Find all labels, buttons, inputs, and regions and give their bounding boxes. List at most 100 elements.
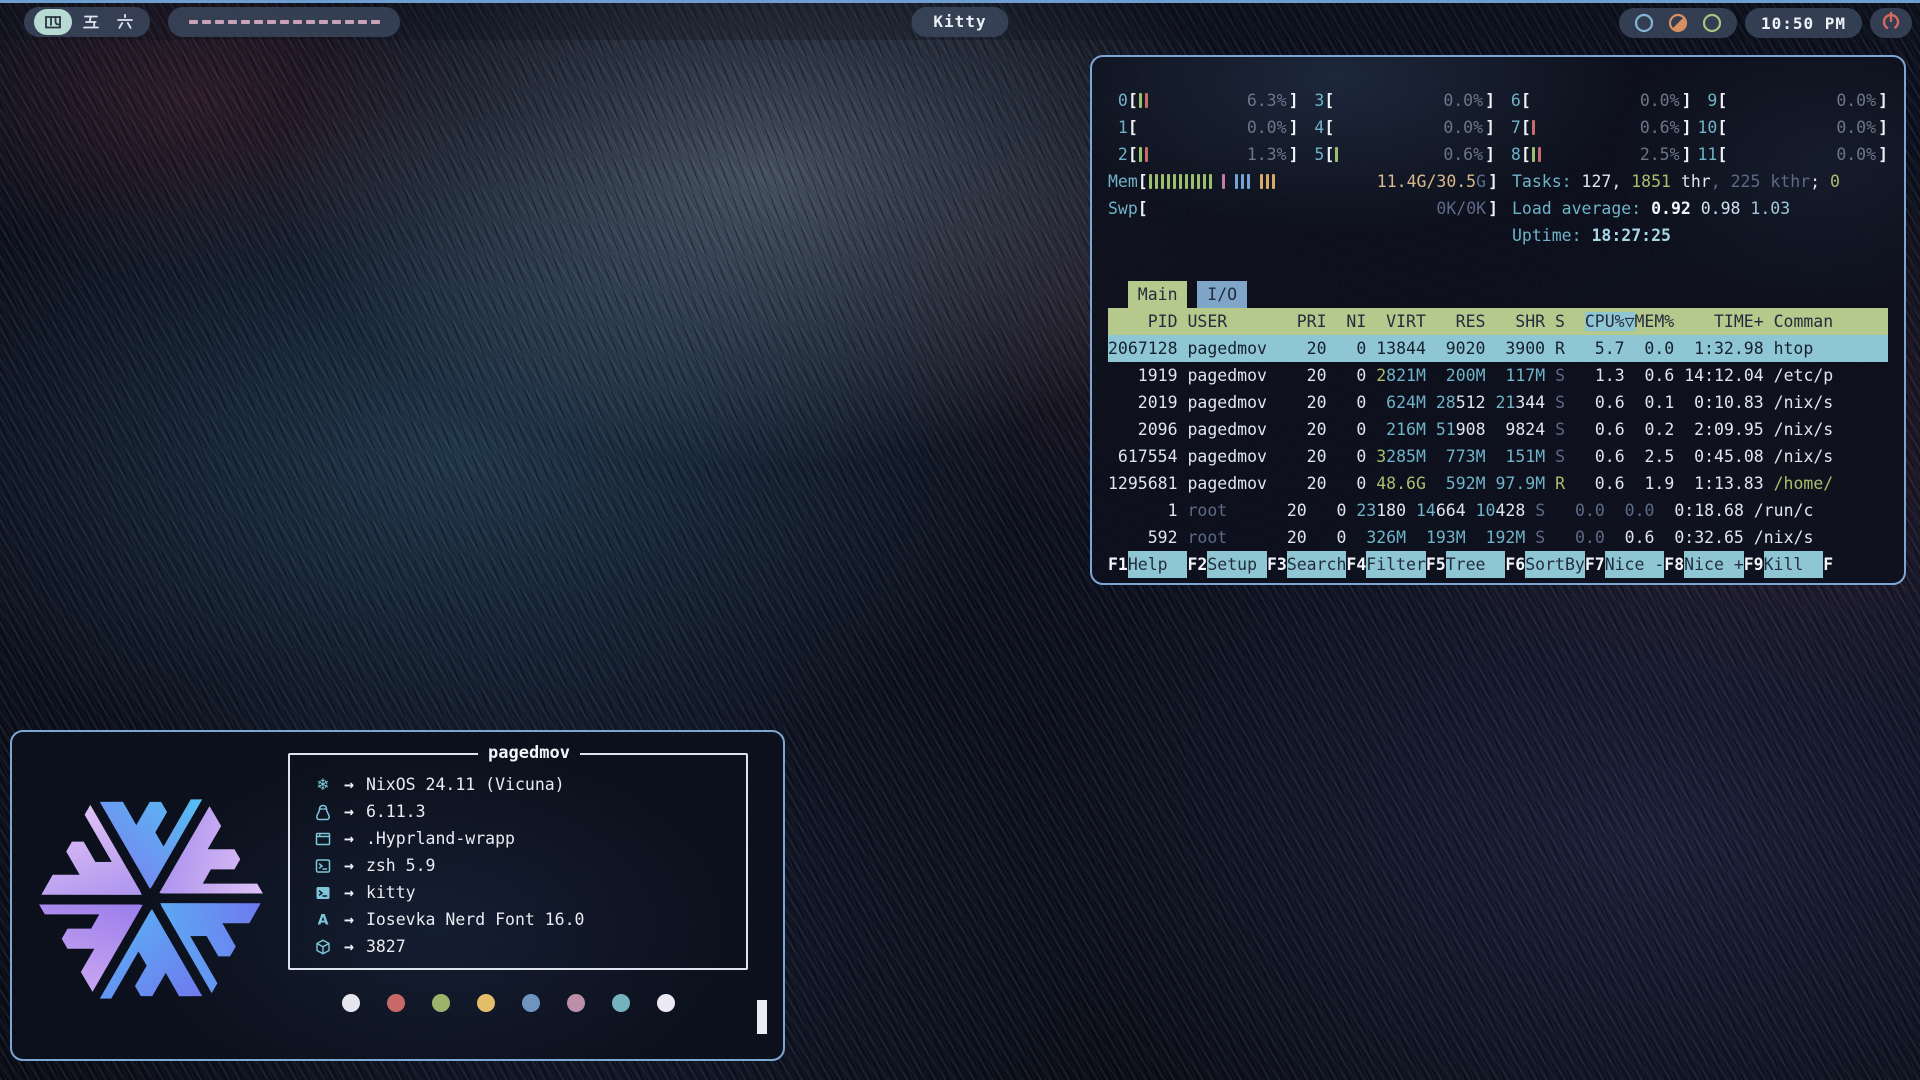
text-segment: 2067128 pagedmov 20 0 13844 9020 3900 R … [1108,339,1813,358]
meter-bracket: ] [1682,114,1692,141]
fkey-label[interactable]: Setup [1207,551,1267,578]
text-segment: PID USER PRI NI VIRT RES SHR S [1108,312,1585,331]
process-row[interactable]: 2067128 pagedmov 20 0 13844 9020 3900 R … [1108,335,1888,362]
meter-bracket: ] [1485,87,1495,114]
fkey-label[interactable]: SortBy [1525,551,1585,578]
meter-bracket: ] [1289,87,1299,114]
text-segment [1466,528,1486,547]
fkey-button[interactable]: F5 [1426,551,1446,578]
process-row[interactable]: 592 root 20 0 326M 193M 192M S 0.0 0.6 0… [1108,524,1888,551]
text-segment [1545,474,1555,493]
fkey-label[interactable]: Nice - [1605,551,1665,578]
meter-bar: 11.4G/30.5G [1148,168,1488,195]
text-segment [1545,420,1555,439]
power-button[interactable] [1870,8,1912,38]
text-segment: 0.98 [1701,199,1751,218]
text-segment: 773M [1446,447,1486,466]
process-row[interactable]: 2096 pagedmov 20 0 216M 51908 9824 S 0.6… [1108,416,1888,443]
green-circle-icon[interactable] [1701,12,1723,34]
terminal-color-dots [342,994,675,1012]
meter-percent: 0.0% [1247,114,1287,141]
arrow-icon: → [344,906,354,933]
text-segment: 592M [1446,474,1486,493]
fkey-button[interactable]: F2 [1187,551,1207,578]
fkey-label[interactable]: Help [1128,551,1188,578]
process-row[interactable]: 2019 pagedmov 20 0 624M 28512 21344 S 0.… [1108,389,1888,416]
cpu-meter: 9[0.0%] [1698,87,1889,114]
meter-tick [1167,174,1170,189]
cpu-meter: Swp[0K/0K] [1108,195,1498,222]
meter-bracket: ] [1289,114,1299,141]
text-segment [1545,366,1555,385]
htop-window: 0[6.3%]3[0.0%]6[0.0%]9[0.0%]1[0.0%]4[0.0… [1090,55,1906,585]
cpu-meter: Mem[11.4G/30.5G] [1108,168,1498,195]
meter-label: Swp [1108,195,1138,222]
cpu-meters: 0[6.3%]3[0.0%]6[0.0%]9[0.0%]1[0.0%]4[0.0… [1108,87,1888,168]
meter-bar: 6.3% [1138,87,1289,114]
fkey-label[interactable]: Nice + [1684,551,1744,578]
process-row[interactable]: 1295681 pagedmov 20 0 48.6G 592M 97.9M R… [1108,470,1888,497]
fkey-label[interactable]: Tree [1446,551,1506,578]
text-segment: 1 [1108,501,1187,520]
text-segment: /home/ [1774,474,1834,493]
meter-bracket: [ [1324,87,1334,114]
package-icon [312,938,334,956]
fkey-button[interactable]: F3 [1267,551,1287,578]
meter-bar: 0.0% [1531,87,1682,114]
fkey-button[interactable]: F6 [1505,551,1525,578]
fkey-button[interactable]: F9 [1744,551,1764,578]
fkey-label[interactable]: Kill [1764,551,1824,578]
text-segment: 18:27:25 [1591,226,1670,245]
fastfetch-entry: →kitty [312,879,746,906]
process-row[interactable]: 1 root 20 0 23180 14664 10428 S 0.0 0.0 … [1108,497,1888,524]
meter-bracket: [ [1138,195,1148,222]
fkey-button[interactable]: F4 [1346,551,1366,578]
meter-ticks [1335,147,1338,162]
arrow-icon: → [344,798,354,825]
color-dot [657,994,675,1012]
workspace-button-3[interactable]: 六 [110,9,140,35]
process-row[interactable]: 617554 pagedmov 20 0 3285M 773M 151M S 0… [1108,443,1888,470]
text-segment: 200M [1446,366,1486,385]
fkey-label[interactable]: Search [1287,551,1347,578]
meter-bracket: ] [1878,114,1888,141]
meter-bracket: [ [1717,87,1727,114]
fkey-button[interactable]: F1 [1108,551,1128,578]
orange-moon-icon[interactable] [1667,12,1689,34]
tab-main[interactable]: Main [1128,281,1188,308]
meter-tick [1266,174,1269,189]
text-segment [1486,474,1496,493]
process-table-header[interactable]: PID USER PRI NI VIRT RES SHR S CPU%▽MEM%… [1108,308,1888,335]
fkey-label[interactable]: Filter [1366,551,1426,578]
text-segment: thr [1671,172,1711,191]
clock-label: 10:50 PM [1761,14,1846,33]
text-segment: 624M [1386,393,1426,412]
fkey-button[interactable]: F7 [1585,551,1605,578]
blue-circle-icon[interactable] [1633,12,1655,34]
meter-tick [1538,147,1541,162]
meter-bar: 0.0% [1138,114,1289,141]
tab-io[interactable]: I/O [1197,281,1247,308]
window-title-pill: Kitty [911,7,1008,37]
cpu-meter: 5[0.6%] [1305,141,1496,168]
music-progress[interactable] [168,7,400,37]
music-dash [267,20,276,24]
text-segment: 20 0 [1227,501,1356,520]
process-row[interactable]: 1919 pagedmov 20 0 2821M 200M 117M S 1.3… [1108,362,1888,389]
clock-button[interactable]: 10:50 PM [1745,8,1862,38]
text-segment: , [1711,172,1731,191]
fkey-button[interactable]: F8 [1664,551,1684,578]
cpu-meter: 2[1.3%] [1108,141,1299,168]
text-segment: 21 [1495,393,1515,412]
text-segment: 0.6 1.9 1:13.83 [1565,474,1774,493]
tray-pill [1619,8,1737,38]
text-segment: 151M [1505,447,1545,466]
text-segment: 2096 pagedmov 20 0 [1108,420,1386,439]
text-segment: 51 [1436,420,1456,439]
workspace-button-2[interactable]: 五 [76,9,106,35]
window-manager-icon [312,830,334,848]
fkey-button[interactable]: F [1823,551,1833,578]
stat-line: Tasks: 127, 1851 thr, 225 kthr; 0 [1512,168,1888,195]
text-segment: 592 [1108,528,1187,547]
workspace-button-1[interactable]: 四 [34,9,72,35]
